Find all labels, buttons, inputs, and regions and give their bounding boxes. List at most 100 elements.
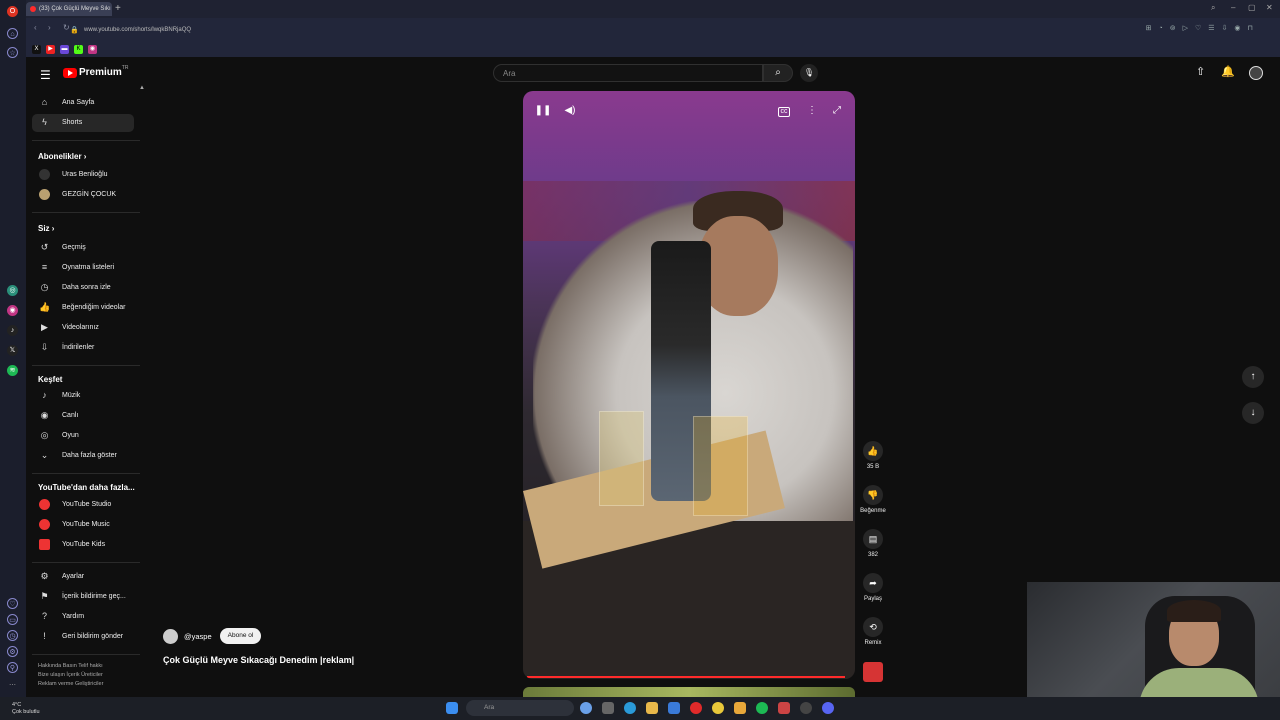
comment-icon[interactable]: ▤	[863, 529, 883, 549]
captions-icon[interactable]: cc	[778, 107, 790, 117]
folder-icon[interactable]	[734, 702, 746, 714]
instagram-bookmark-icon[interactable]: ◉	[88, 45, 97, 54]
history-icon[interactable]: ◷	[7, 630, 18, 641]
app-icon[interactable]	[778, 702, 790, 714]
sidebar-item-report-history[interactable]: ⚑ İçerik bildirime geç...	[32, 588, 134, 606]
footer-line[interactable]: Bize ulaşın İçerik Üreticiler	[38, 671, 138, 680]
subscribe-button[interactable]: Abone ol	[220, 628, 261, 644]
store-icon[interactable]	[668, 702, 680, 714]
taskbar-search-input[interactable]: Ara	[466, 700, 574, 716]
search-input[interactable]: Ara	[493, 64, 763, 82]
sidebar-item-home[interactable]: ⌂ Ana Sayfa	[32, 94, 134, 112]
x-icon[interactable]: 𝕏	[7, 345, 18, 356]
new-tab-button[interactable]: +	[115, 3, 121, 14]
shorts-video-player[interactable]: ❚❚ ◀) cc ⋮ ⤢	[523, 91, 855, 679]
sound-thumbnail[interactable]	[858, 662, 888, 682]
obs-icon[interactable]	[800, 702, 812, 714]
sidebar-item-your-videos[interactable]: ▶ Videolarınız	[32, 319, 134, 337]
fullscreen-icon[interactable]: ⤢	[827, 105, 847, 119]
opera-taskbar-icon[interactable]	[690, 702, 702, 714]
sidebar-item-playlists[interactable]: ≡ Oynatma listeleri	[32, 259, 134, 277]
pin-icon[interactable]: ⚲	[7, 662, 18, 673]
sidebar-item-shorts[interactable]: ϟ Shorts	[32, 114, 134, 132]
sidebar-item-sub-gezgin[interactable]: GEZGİN ÇOCUK	[32, 186, 134, 204]
sidebar-item-sub-uras[interactable]: Uras Benlioğlu	[32, 166, 134, 184]
scroll-up-icon[interactable]: ▲	[139, 85, 145, 91]
search-tabs-icon[interactable]: ⌕	[1211, 3, 1215, 13]
footer-line[interactable]: Hakkında Basın Telif hakkı	[38, 662, 138, 671]
heart-icon[interactable]: ♡	[7, 598, 18, 609]
toolbar-icons[interactable]: ⊞◔⊚▷♡☰⇩◉⊓	[1146, 24, 1260, 32]
more-options-icon[interactable]: ⋮	[802, 105, 822, 119]
sidebar-item-studio[interactable]: YouTube Studio	[32, 496, 134, 514]
minimize-button[interactable]: –	[1231, 3, 1235, 12]
sidebar-item-gaming[interactable]: ◎ Oyun	[32, 427, 134, 445]
subscriptions-heading[interactable]: Abonelikler ›	[38, 152, 86, 161]
channel-name[interactable]: @yaspe	[184, 632, 212, 641]
sidebar-item-history[interactable]: ↺ Geçmiş	[32, 239, 134, 257]
previous-short-button[interactable]: ↑	[1242, 366, 1264, 388]
sound-thumbnail-image[interactable]	[863, 662, 883, 682]
sidebar-footer[interactable]: Hakkında Basın Telif hakkı Bize ulaşın İ…	[38, 662, 138, 689]
instagram-icon[interactable]: ◉	[7, 305, 18, 316]
upload-icon[interactable]: ⇧	[1196, 65, 1205, 78]
footer-line[interactable]: Reklam verme Geliştiriciler	[38, 680, 138, 689]
spotify-taskbar-icon[interactable]	[756, 702, 768, 714]
copilot-icon[interactable]	[580, 702, 592, 714]
kick-bookmark-icon[interactable]: K	[74, 45, 83, 54]
sidebar-item-downloads[interactable]: ⇩ İndirilenler	[32, 339, 134, 357]
you-heading[interactable]: Siz ›	[38, 224, 54, 233]
weather-widget[interactable]: 4°C Çok bulutlu	[12, 702, 40, 716]
edge-icon[interactable]	[624, 702, 636, 714]
search-icon[interactable]: ⌕	[763, 64, 793, 82]
sidebar-item-music[interactable]: ♪ Müzik	[32, 387, 134, 405]
sidebar-item-music-app[interactable]: YouTube Music	[32, 516, 134, 534]
pause-icon[interactable]: ❚❚	[533, 105, 553, 119]
youtube-bookmark-icon[interactable]: ▶	[46, 45, 55, 54]
sidebar-item-feedback[interactable]: ! Geri bildirim gönder	[32, 628, 134, 646]
wallet-icon[interactable]: ▭	[7, 614, 18, 625]
sidebar-item-show-more[interactable]: ⌄ Daha fazla göster	[32, 447, 134, 465]
discord-icon[interactable]	[822, 702, 834, 714]
spotify-icon[interactable]: ≋	[7, 365, 18, 376]
channel-avatar[interactable]	[163, 629, 178, 644]
chrome-icon[interactable]	[712, 702, 724, 714]
sidebar-item-kids[interactable]: YouTube Kids	[32, 536, 134, 554]
next-short-preview[interactable]	[523, 687, 855, 697]
file-explorer-icon[interactable]	[646, 702, 658, 714]
maximize-button[interactable]: ▢	[1248, 3, 1256, 12]
comments-action[interactable]: ▤ 382	[858, 529, 888, 558]
sidebar-item-help[interactable]: ? Yardım	[32, 608, 134, 626]
menu-icon[interactable]: ☰	[40, 68, 51, 82]
account-avatar[interactable]	[1249, 66, 1263, 80]
close-button[interactable]: ✕	[1266, 3, 1273, 12]
chatgpt-icon[interactable]: ◎	[7, 285, 18, 296]
next-short-button[interactable]: ↓	[1242, 402, 1264, 424]
sidebar-item-watch-later[interactable]: ◷ Daha sonra izle	[32, 279, 134, 297]
sidebar-item-liked[interactable]: 👍 Beğendiğim videolar	[32, 299, 134, 317]
notifications-icon[interactable]: 🔔	[1221, 65, 1235, 78]
windows-start-icon[interactable]	[446, 702, 458, 714]
dislike-action[interactable]: 👎 Beğenme	[858, 485, 888, 514]
back-icon[interactable]: ‹	[34, 23, 37, 32]
tiktok-icon[interactable]: ♪	[7, 325, 18, 336]
thumbs-down-icon[interactable]: 👎	[863, 485, 883, 505]
forward-icon[interactable]: ›	[48, 23, 51, 32]
sidebar-item-live[interactable]: ◉ Canlı	[32, 407, 134, 425]
share-icon[interactable]: ➦	[863, 573, 883, 593]
like-action[interactable]: 👍 35 B	[858, 441, 888, 470]
remix-action[interactable]: ⟲ Remix	[858, 617, 888, 646]
home-icon[interactable]: ⌂	[7, 28, 18, 39]
more-icon[interactable]: ⋯	[7, 680, 18, 691]
x-bookmark-icon[interactable]: X	[32, 45, 41, 54]
thumbs-up-icon[interactable]: 👍	[863, 441, 883, 461]
twitch-bookmark-icon[interactable]: ▬	[60, 45, 69, 54]
video-title[interactable]: Çok Güçlü Meyve Sıkacağı Denedim |reklam…	[163, 655, 354, 665]
microphone-icon[interactable]: 🎙	[800, 64, 818, 82]
share-action[interactable]: ➦ Paylaş	[858, 573, 888, 602]
video-progress-bar[interactable]	[527, 676, 845, 678]
sidebar-item-settings[interactable]: ⚙ Ayarlar	[32, 568, 134, 586]
remix-icon[interactable]: ⟲	[863, 617, 883, 637]
task-view-icon[interactable]	[602, 702, 614, 714]
tab-youtube[interactable]: (33) Çok Güçlü Meyve Sıkı	[26, 2, 112, 16]
